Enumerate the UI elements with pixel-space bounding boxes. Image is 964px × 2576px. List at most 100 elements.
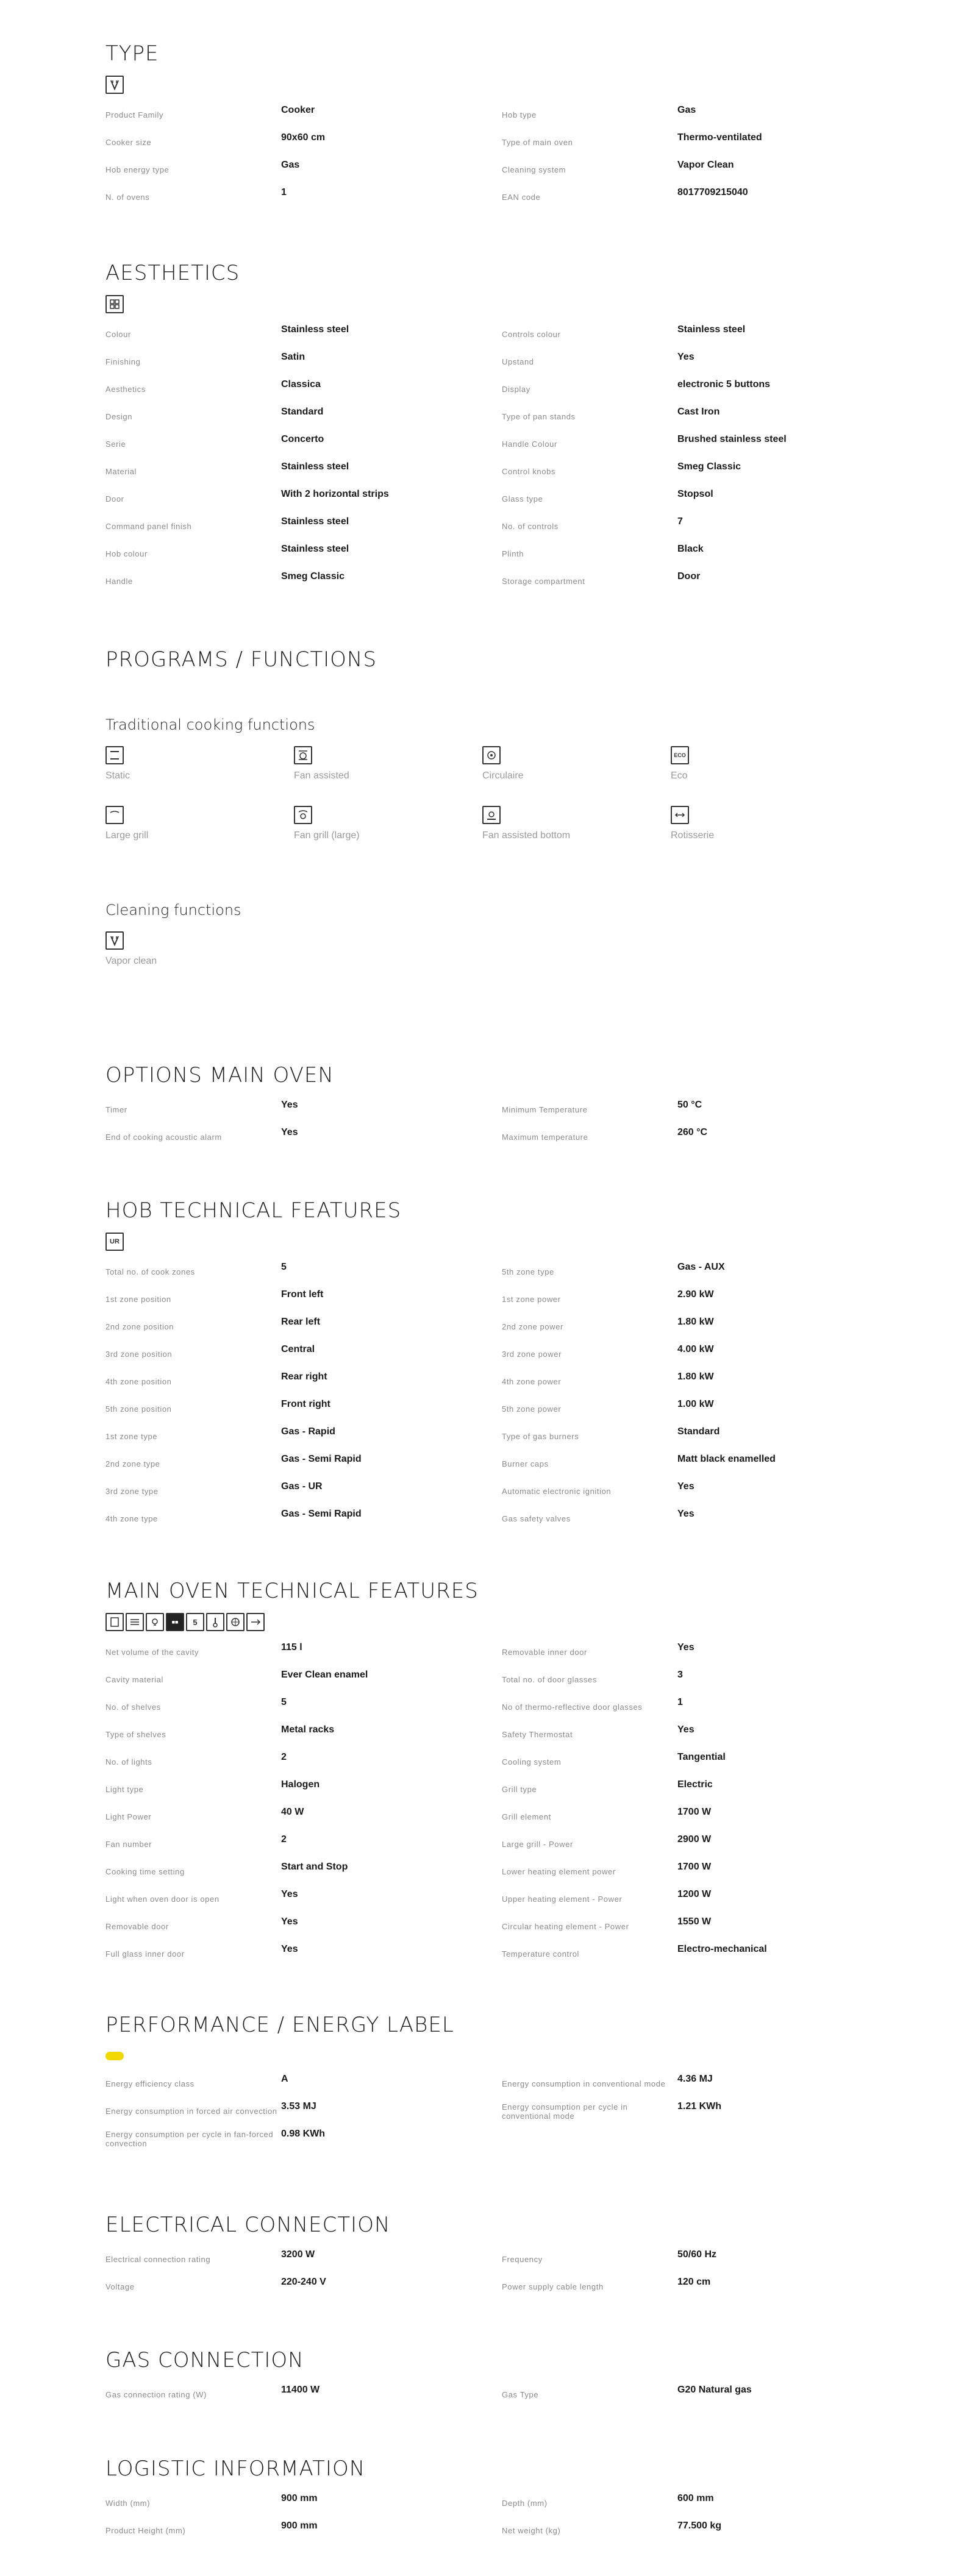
spec-label: 5th zone position: [105, 1404, 172, 1414]
spec-value: Cooker: [281, 105, 315, 115]
spec-label: Finishing: [105, 357, 141, 366]
logistic-spec-grid: Width (mm) 900 mm Depth (mm) 600 mm Product …: [105, 2489, 862, 2544]
spec-label: Frequency: [502, 2255, 543, 2264]
spec-label: No of thermo-reflective door glasses: [502, 1703, 643, 1712]
spec-value: Stopsol: [677, 489, 713, 499]
spec-value: With 2 horizontal strips: [281, 489, 389, 499]
spec-value: Yes: [281, 1100, 298, 1110]
spec-value: 120 cm: [677, 2277, 711, 2287]
oven-light-icon: [146, 1613, 164, 1631]
electrical-section: ELECTRICAL CONNECTION Electrical connect…: [105, 2213, 862, 2300]
spec-value: Front left: [281, 1289, 324, 1300]
spec-label: Energy consumption per cycle in fan-forc…: [105, 2129, 274, 2148]
spec-value: 1: [677, 1697, 683, 1707]
vapor-clean-icon: [105, 931, 124, 950]
spec-label: Energy efficiency class: [105, 2079, 195, 2088]
spec-label: Minimum Temperature: [502, 1105, 588, 1114]
spec-value: 4.00 kW: [677, 1344, 714, 1354]
spec-label: Energy consumption in forced air convect…: [105, 2107, 277, 2116]
spec-label: Grill element: [502, 1812, 551, 1821]
spec-label: Upper heating element - Power: [502, 1895, 623, 1904]
spec-value: 11400 W: [281, 2385, 320, 2395]
spec-value: 900 mm: [281, 2493, 318, 2503]
section-title: PERFORMANCE / ENERGY LABEL: [105, 2013, 454, 2037]
spec-label: Storage compartment: [502, 577, 585, 586]
spec-label: Timer: [105, 1105, 127, 1114]
spec-value: Gas: [677, 105, 696, 115]
function-label: Fan assisted bottom: [482, 830, 571, 841]
spec-label: Cooling system: [502, 1757, 562, 1767]
spec-value: 40 W: [281, 1807, 304, 1817]
spec-value: Black: [677, 544, 704, 554]
spec-value: Metal racks: [281, 1724, 335, 1735]
spec-value: Ever Clean enamel: [281, 1670, 368, 1680]
spec-label: Light when oven door is open: [105, 1895, 220, 1904]
spec-label: Fan number: [105, 1840, 152, 1849]
spec-value: Stainless steel: [281, 544, 349, 554]
spec-label: 4th zone position: [105, 1377, 172, 1386]
type-spec-grid: Product Family Cooker Hob type Gas Cooker si…: [105, 101, 862, 211]
spec-value: 1.21 KWh: [677, 2101, 722, 2112]
spec-label: Gas Type: [502, 2390, 539, 2399]
spec-value: 7: [677, 516, 683, 527]
spec-label: 5th zone power: [502, 1404, 562, 1414]
section-title: PROGRAMS / FUNCTIONS: [105, 647, 377, 672]
gas-section: GAS CONNECTION Gas connection rating (W)…: [105, 2348, 862, 2408]
function-label: Vapor clean: [105, 956, 157, 966]
section-title: TYPE: [105, 41, 159, 66]
spec-label: Large grill - Power: [502, 1840, 573, 1849]
spec-value: 8017709215040: [677, 187, 748, 197]
spec-label: Maximum temperature: [502, 1133, 588, 1142]
spec-value: 1550 W: [677, 1916, 712, 1927]
spec-label: Design: [105, 412, 133, 421]
section-title: GAS CONNECTION: [105, 2348, 304, 2372]
hob-spec-grid: Total no. of cook zones 5 5th zone type Gas…: [105, 1258, 862, 1532]
spec-value: Gas - UR: [281, 1481, 323, 1492]
spec-label: Light type: [105, 1785, 144, 1794]
spec-value: Yes: [281, 1944, 298, 1954]
spec-value: 900 mm: [281, 2521, 318, 2531]
spec-label: Energy consumption in conventional mode: [502, 2079, 666, 2088]
spec-label: Handle Colour: [502, 439, 557, 449]
spec-value: Yes: [281, 1127, 298, 1137]
spec-value: Stainless steel: [281, 324, 349, 335]
spec-value: Yes: [281, 1889, 298, 1899]
gas-spec-grid: Gas connection rating (W) 11400 W Gas Type…: [105, 2381, 862, 2408]
spec-value: Smeg Classic: [281, 571, 345, 582]
spec-value: Matt black enamelled: [677, 1454, 776, 1464]
spec-label: Cooker size: [105, 138, 152, 147]
shelves-icon: [126, 1613, 144, 1631]
spec-label: Gas safety valves: [502, 1514, 571, 1523]
spec-label: 1st zone power: [502, 1295, 561, 1304]
spec-label: Net weight (kg): [502, 2526, 561, 2535]
spec-value: Electro-mechanical: [677, 1944, 767, 1954]
function-item: Circulaire: [482, 746, 671, 781]
spec-label: No. of lights: [105, 1757, 152, 1767]
spec-label: Lower heating element power: [502, 1867, 616, 1876]
spec-value: 1700 W: [677, 1807, 712, 1817]
spec-value: 3: [677, 1670, 683, 1680]
spec-label: 3rd zone type: [105, 1487, 159, 1496]
spec-value: 50/60 Hz: [677, 2249, 717, 2260]
energy-label-icon: [105, 2052, 124, 2060]
spec-value: Stainless steel: [677, 324, 746, 335]
spec-label: Cavity material: [105, 1675, 163, 1684]
spec-value: 5: [281, 1697, 287, 1707]
fan-icon: [226, 1613, 245, 1631]
spec-label: 2nd zone position: [105, 1322, 174, 1331]
spec-value: 2.90 kW: [677, 1289, 714, 1300]
large-grill-icon: [105, 806, 124, 824]
spec-label: No. of shelves: [105, 1703, 161, 1712]
spec-label: Temperature control: [502, 1949, 580, 1959]
traditional-functions-title: Traditional cooking functions: [105, 716, 315, 733]
spec-label: No. of controls: [502, 522, 559, 531]
spec-label: Cleaning system: [502, 165, 566, 174]
spec-label: Energy consumption per cycle in conventi…: [502, 2102, 628, 2121]
spec-label: Material: [105, 467, 137, 476]
telescopic-icon: [246, 1613, 265, 1631]
section-title: AESTHETICS: [105, 261, 240, 285]
spec-label: 4th zone power: [502, 1377, 562, 1386]
static-icon: [105, 746, 124, 764]
product-spec-page: TYPE Product Family Cooker Hob type Gas Cook…: [0, 0, 964, 2576]
spec-value: Satin: [281, 352, 305, 362]
